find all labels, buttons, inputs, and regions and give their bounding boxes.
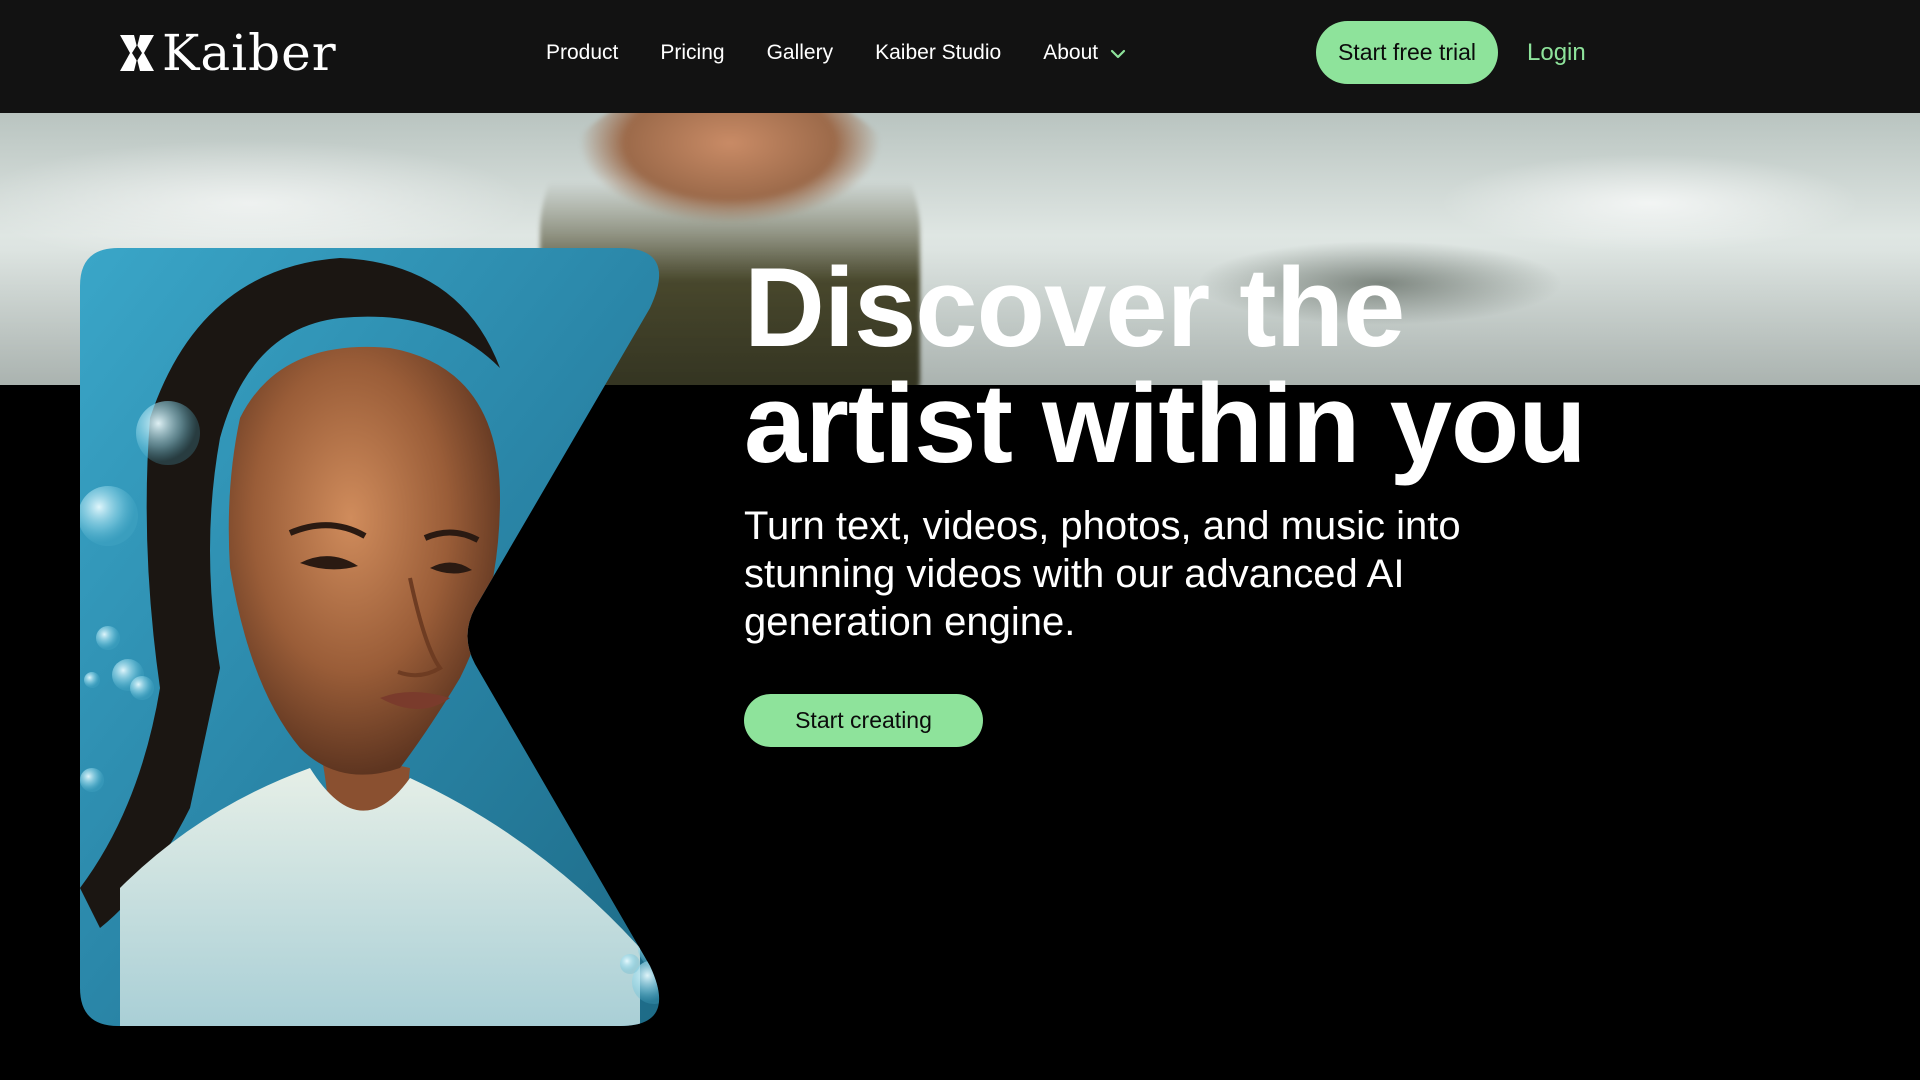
hero-headline-line-1: Discover the	[744, 245, 1405, 370]
nav-item-about-dropdown[interactable]: About	[1043, 41, 1126, 65]
kaiber-logo-text: Kaiber	[162, 24, 337, 82]
hero-headline: Discover the artist within you	[744, 250, 1844, 482]
hero-headline-line-2: artist within you	[744, 361, 1587, 486]
nav-item-product-label: Product	[546, 40, 619, 64]
start-creating-button[interactable]: Start creating	[744, 694, 983, 747]
nav-item-gallery[interactable]: Gallery	[767, 41, 834, 65]
start-free-trial-button[interactable]: Start free trial	[1316, 21, 1498, 84]
kaiber-logo[interactable]: Kaiber	[118, 28, 337, 78]
chevron-down-icon	[1110, 41, 1126, 65]
hero-artwork-image	[80, 248, 660, 1026]
nav-item-about-label: About	[1043, 40, 1099, 64]
hero-subtitle: Turn text, videos, photos, and music int…	[744, 504, 1461, 644]
nav-item-kaiber-studio[interactable]: Kaiber Studio	[875, 41, 1001, 65]
nav-item-kaiber-studio-label: Kaiber Studio	[875, 40, 1002, 64]
kaiber-logo-mark-icon	[120, 35, 154, 71]
main-menu: Product Pricing Gallery Kaiber Studio Ab…	[546, 0, 1126, 105]
login-link[interactable]: Login	[1527, 21, 1586, 84]
nav-item-pricing-label: Pricing	[660, 40, 725, 64]
nav-item-product[interactable]: Product	[546, 41, 618, 65]
top-navigation-bar: Kaiber Product Pricing Gallery Kaiber St…	[0, 0, 1920, 113]
nav-item-pricing[interactable]: Pricing	[660, 41, 724, 65]
nav-item-gallery-label: Gallery	[766, 40, 834, 64]
